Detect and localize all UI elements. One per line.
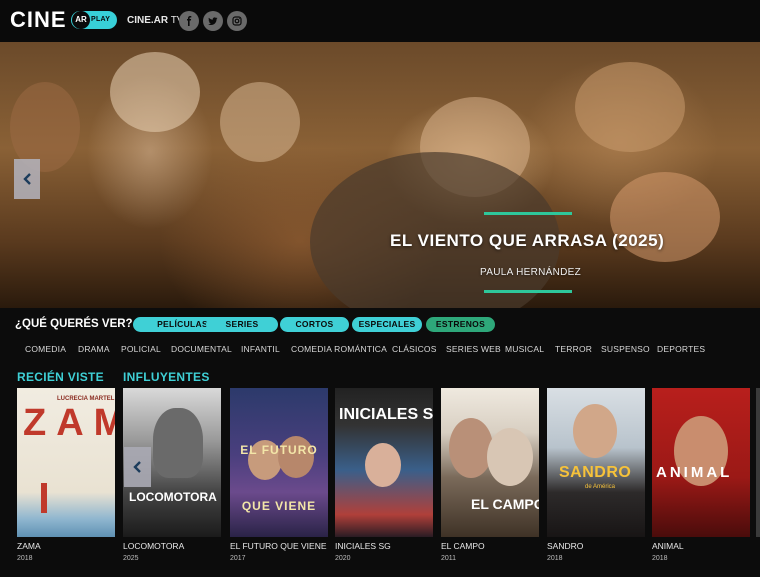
poster-animal[interactable]: ANIMAL — [652, 388, 750, 537]
genre-deportes[interactable]: DEPORTES — [657, 344, 705, 354]
pill-cortos[interactable]: CORTOS — [280, 317, 349, 332]
crowd-figure-art — [575, 62, 685, 152]
logo-ar-circle: AR — [72, 11, 90, 29]
poster-iniciales-sg[interactable]: INICIALES SG — [335, 388, 433, 537]
poster-title[interactable]: INICIALES SG — [335, 541, 391, 551]
hero-title[interactable]: EL VIENTO QUE ARRASA (2025) — [390, 231, 664, 251]
poster-face-art — [487, 428, 533, 486]
poster-title[interactable]: LOCOMOTORA — [123, 541, 184, 551]
logo-play-label: PLAY — [91, 16, 111, 23]
hero-director: PAULA HERNÁNDEZ — [480, 267, 582, 278]
section-influyentes: INFLUYENTES — [123, 370, 210, 384]
genre-infantil[interactable]: INFANTIL — [241, 344, 280, 354]
poster-sandro-art: SANDRO — [559, 464, 632, 481]
genre-policial[interactable]: POLICIAL — [121, 344, 161, 354]
chevron-left-icon — [133, 461, 141, 473]
poster-el-futuro-que-viene[interactable]: EL FUTURO QUE VIENE — [230, 388, 328, 537]
poster-year: 2025 — [123, 555, 139, 562]
poster-face-art — [365, 443, 401, 487]
hero-prev-button[interactable] — [14, 159, 40, 199]
poster-zama-figure — [41, 483, 47, 513]
poster-title[interactable]: ZAMA — [17, 541, 41, 551]
pill-series[interactable]: SERIES — [206, 317, 278, 332]
twitter-icon[interactable] — [203, 11, 223, 31]
poster-year: 2018 — [17, 555, 33, 562]
genre-series-web[interactable]: SERIES WEB — [446, 344, 501, 354]
genre-musical[interactable]: MUSICAL — [505, 344, 544, 354]
top-bar: CINE AR PLAY CINE.AR TV — [0, 0, 760, 42]
hero-accent-line-bottom — [484, 290, 572, 293]
next-poster-edge — [756, 388, 760, 537]
crowd-figure-art — [220, 82, 300, 162]
hero-banner[interactable]: EL VIENTO QUE ARRASA (2025) PAULA HERNÁN… — [0, 42, 760, 308]
genre-documental[interactable]: DOCUMENTAL — [171, 344, 232, 354]
poster-locomotora-art: LOCOMOTORA — [129, 490, 217, 504]
poster-face-art — [573, 404, 617, 458]
cinear-logo[interactable]: CINE — [10, 9, 67, 31]
pill-estrenos[interactable]: ESTRENOS — [426, 317, 495, 332]
poster-animal-art: ANIMAL — [656, 464, 733, 481]
poster-title[interactable]: EL FUTURO QUE VIENE — [230, 541, 327, 551]
row-prev-button[interactable] — [124, 447, 151, 487]
section-recien-viste: RECIÉN VISTE — [17, 370, 104, 384]
crowd-figure-art — [110, 52, 200, 132]
genre-drama[interactable]: DRAMA — [78, 344, 110, 354]
poster-face-art — [449, 418, 493, 478]
poster-zama-art: ZAMA — [23, 402, 115, 444]
suit-shadow-art — [310, 152, 560, 308]
poster-el-campo-art: EL CAMPO — [471, 496, 539, 512]
filter-bar: ¿QUÉ QUERÉS VER? PELÍCULAS SERIES CORTOS… — [0, 308, 760, 366]
poster-sandro-sub: de América — [585, 484, 616, 490]
poster-year: 2020 — [335, 555, 351, 562]
cinear-tv-link[interactable]: CINE.AR TV — [127, 15, 184, 26]
genre-comedia[interactable]: COMEDIA — [25, 344, 66, 354]
facebook-icon[interactable] — [179, 11, 199, 31]
poster-iniciales-art: INICIALES SG — [339, 406, 433, 423]
poster-title[interactable]: SANDRO — [547, 541, 583, 551]
poster-year: 2017 — [230, 555, 246, 562]
genre-terror[interactable]: TERROR — [555, 344, 592, 354]
hero-accent-line-top — [484, 212, 572, 215]
instagram-icon[interactable] — [227, 11, 247, 31]
poster-locomotora-figure — [153, 408, 203, 478]
poster-sandro[interactable]: SANDRO de América — [547, 388, 645, 537]
pill-especiales[interactable]: ESPECIALES — [352, 317, 422, 332]
poster-futuro-art: EL FUTURO QUE VIENE — [240, 443, 318, 513]
chevron-left-icon — [22, 173, 31, 185]
poster-zama[interactable]: LUCRECIA MARTEL ZAMA — [17, 388, 115, 537]
genre-suspenso[interactable]: SUSPENSO — [601, 344, 650, 354]
poster-year: 2018 — [547, 555, 563, 562]
poster-title[interactable]: EL CAMPO — [441, 541, 485, 551]
genre-clasicos[interactable]: CLÁSICOS — [392, 344, 437, 354]
poster-year: 2011 — [441, 555, 457, 562]
genre-comedia-romantica[interactable]: COMEDIA ROMÁNTICA — [291, 344, 387, 354]
poster-year: 2018 — [652, 555, 668, 562]
cinear-tv-bold: CINE.AR — [127, 15, 169, 26]
poster-title[interactable]: ANIMAL — [652, 541, 684, 551]
question-label: ¿QUÉ QUERÉS VER? — [15, 318, 133, 330]
poster-el-campo[interactable]: EL CAMPO — [441, 388, 539, 537]
